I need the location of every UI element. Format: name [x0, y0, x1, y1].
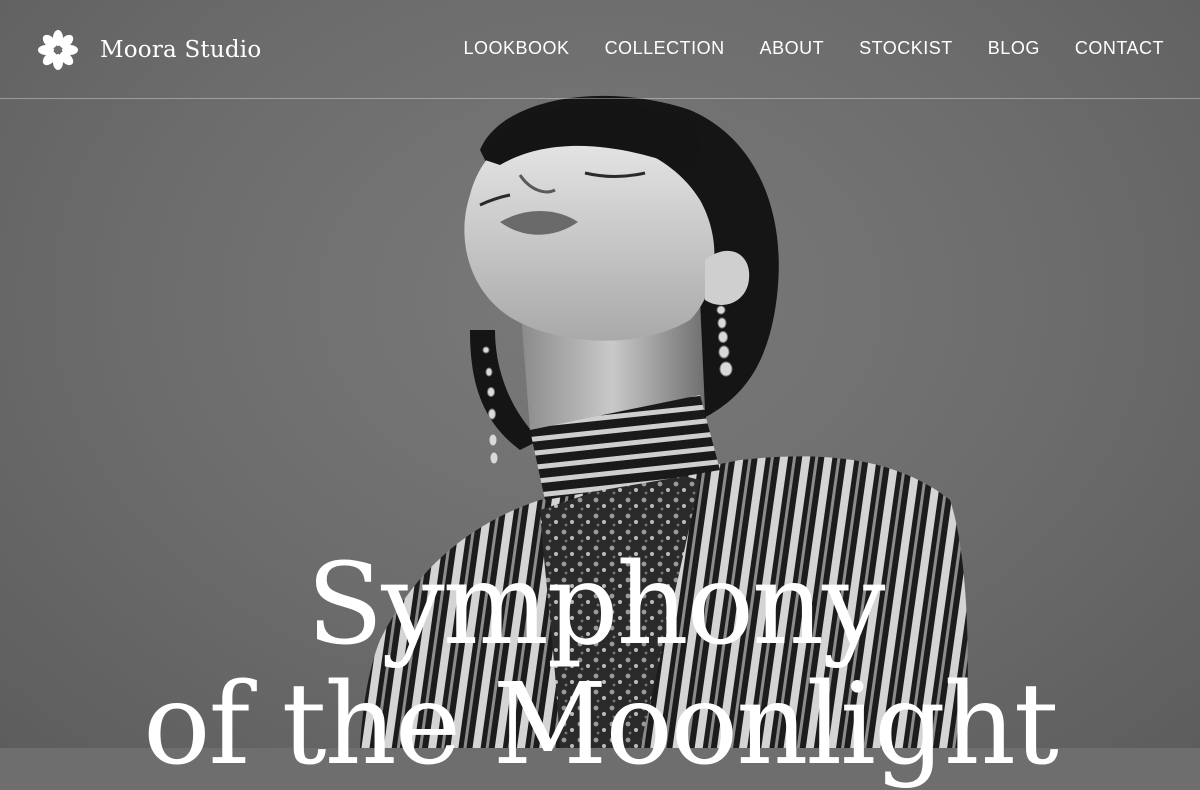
top-navigation-bar: Moora Studio LOOKBOOK COLLECTION ABOUT S… — [0, 0, 1200, 99]
flower-icon — [38, 30, 78, 70]
nav-link-about[interactable]: ABOUT — [760, 38, 825, 58]
brand-name: Moora Studio — [100, 37, 262, 63]
hero-headline-line-1: Symphony — [306, 540, 886, 670]
main-menu: LOOKBOOK COLLECTION ABOUT STOCKIST BLOG … — [464, 38, 1164, 59]
nav-link-lookbook[interactable]: LOOKBOOK — [464, 38, 570, 58]
nav-link-collection[interactable]: COLLECTION — [605, 38, 725, 58]
nav-link-stockist[interactable]: STOCKIST — [859, 38, 953, 58]
menu-item-blog: BLOG — [988, 38, 1040, 59]
menu-item-lookbook: LOOKBOOK — [464, 38, 570, 59]
menu-item-collection: COLLECTION — [605, 38, 725, 59]
menu-item-contact: CONTACT — [1075, 38, 1164, 59]
menu-item-stockist: STOCKIST — [859, 38, 953, 59]
brand-home-link[interactable]: Moora Studio — [36, 28, 261, 72]
nav-link-blog[interactable]: BLOG — [988, 38, 1040, 58]
menu-item-about: ABOUT — [760, 38, 825, 59]
hero-headline-line-2: of the Moonlight — [143, 660, 1059, 790]
nav-link-contact[interactable]: CONTACT — [1075, 38, 1164, 58]
